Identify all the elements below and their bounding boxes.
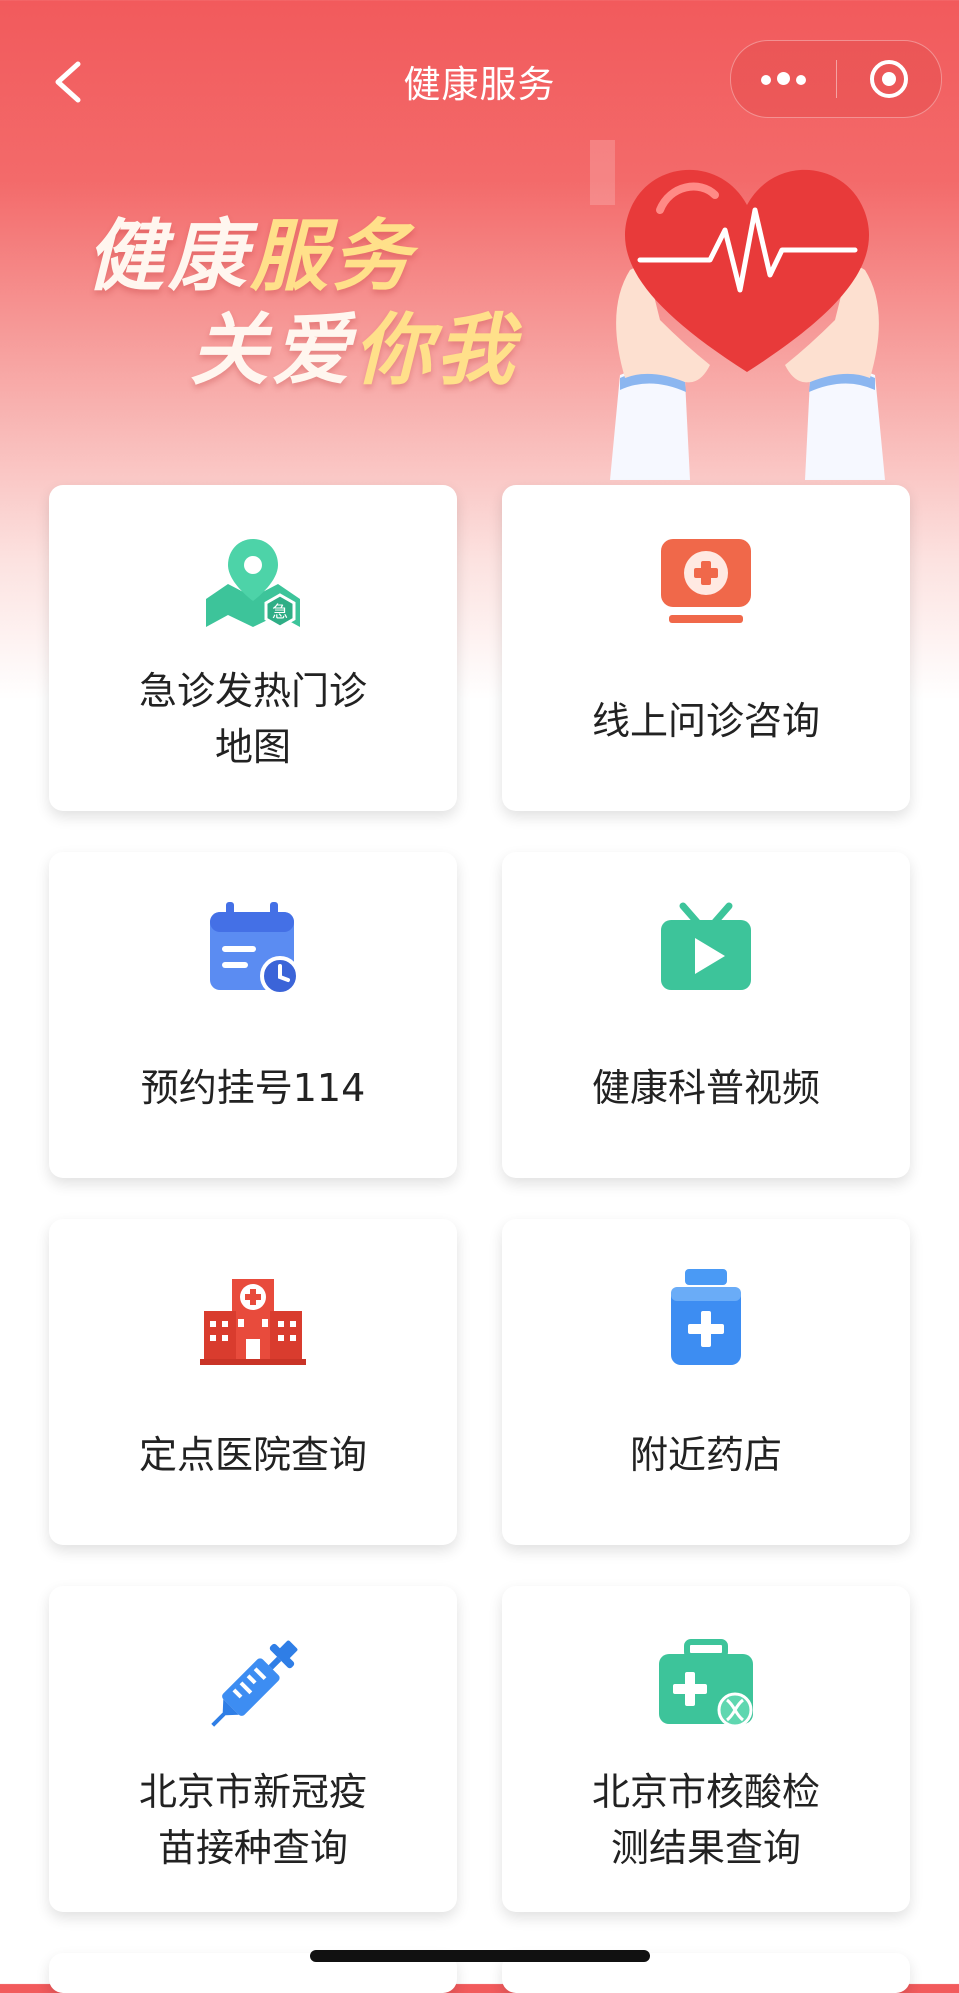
service-label: 附近药店 <box>629 1433 782 1477</box>
service-card-nucleic-acid-results[interactable]: 北京市核酸检 测结果查询 <box>502 1586 910 1912</box>
service-label: 北京市核酸检 测结果查询 <box>591 1770 820 1870</box>
medical-kit-dna-icon <box>659 1639 753 1728</box>
service-label: 急诊发热门诊 地图 <box>138 669 367 769</box>
medical-screen-icon <box>661 539 751 623</box>
service-label: 预约挂号114 <box>140 1066 366 1110</box>
map-pin-emergency-icon: 急 <box>206 539 300 629</box>
home-indicator[interactable] <box>310 1950 650 1962</box>
more-button[interactable] <box>731 41 836 117</box>
service-card-designated-hospitals[interactable]: 定点医院查询 <box>49 1219 457 1545</box>
header-bar: 健康服务 <box>0 0 959 150</box>
target-circle-icon <box>869 60 908 98</box>
syringe-icon <box>211 1640 298 1727</box>
service-card-appointment-114[interactable]: 预约挂号114 <box>49 852 457 1178</box>
more-dots-icon <box>758 70 809 89</box>
service-label: 健康科普视频 <box>591 1066 820 1110</box>
banner-line-1: 健康服务 <box>86 212 415 302</box>
service-card-nearby-pharmacy[interactable]: 附近药店 <box>502 1219 910 1545</box>
heart-in-hands-illustration <box>590 140 885 480</box>
service-label: 线上问诊咨询 <box>591 699 820 743</box>
service-card-online-consultation[interactable]: 线上问诊咨询 <box>502 485 910 811</box>
calendar-clock-icon <box>210 902 300 996</box>
close-miniapp-button[interactable] <box>837 41 942 117</box>
miniapp-capsule <box>730 40 942 118</box>
svg-text:急: 急 <box>272 602 288 621</box>
hospital-icon <box>200 1279 306 1365</box>
service-card-health-videos[interactable]: 健康科普视频 <box>502 852 910 1178</box>
service-label: 定点医院查询 <box>138 1433 367 1477</box>
service-label: 北京市新冠疫 苗接种查询 <box>138 1770 367 1870</box>
service-card-vaccination-query[interactable]: 北京市新冠疫 苗接种查询 <box>49 1586 457 1912</box>
service-card-fever-clinic-map[interactable]: 急 急诊发热门诊 地图 <box>49 485 457 811</box>
medicine-bottle-icon <box>671 1269 741 1365</box>
banner-line-2: 关爱你我 <box>190 306 519 396</box>
tv-play-icon <box>661 902 751 990</box>
